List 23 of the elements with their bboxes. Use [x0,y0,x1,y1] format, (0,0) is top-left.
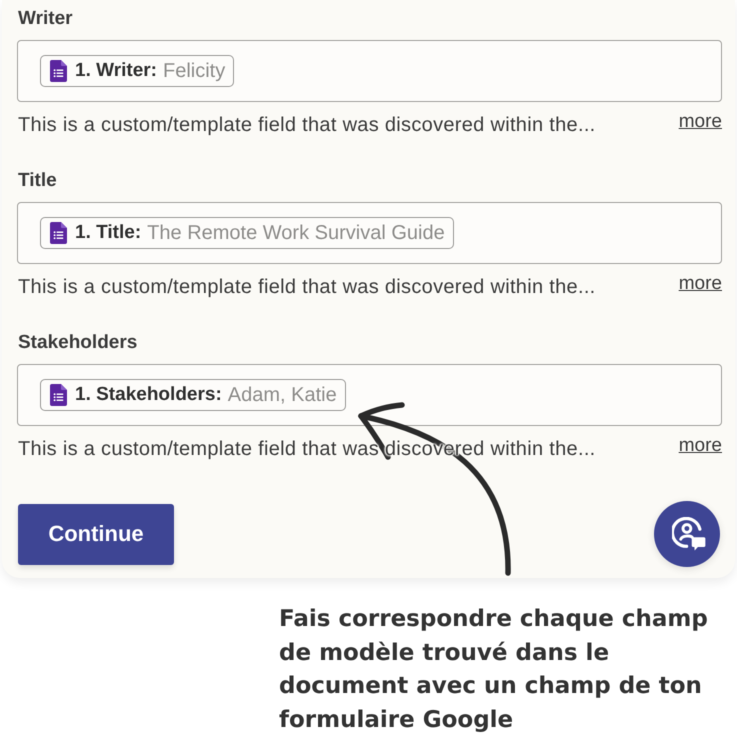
token-name: 1. Writer: [75,60,158,82]
more-link[interactable]: more [678,273,722,295]
token-name: 1. Stakeholders: [75,384,222,406]
more-link[interactable]: more [678,111,722,133]
form-document-icon [50,384,67,406]
token-name: 1. Title: [75,222,142,244]
text-input-field[interactable]: 1. Stakeholders: Adam, Katie [17,364,722,426]
field-description: This is a custom/template field that was discovered within the... [17,275,596,299]
token-value: The Remote Work Survival Guide [147,222,445,244]
text-input-field[interactable]: 1. Writer: Felicity [17,40,722,102]
text-input-field[interactable]: 1. Title: The Remote Work Survival Guide [17,202,722,264]
token-value: Adam, Katie [228,384,337,406]
annotation-caption: Fais correspondre chaque champ de modèle trouvé dans le document avec un champ de ton formulaire Google [279,605,709,734]
token-value: Felicity [163,60,226,82]
field-label: Writer [17,8,73,30]
form-document-icon [50,60,67,82]
field-description: This is a custom/template field that was discovered within the... [17,113,596,137]
continue-button[interactable]: Continue [18,504,174,564]
field-label: Stakeholders [17,332,138,354]
person-chat-icon [672,517,706,551]
more-link[interactable]: more [678,435,722,457]
field-label: Title [17,170,57,192]
form-document-icon [50,222,67,244]
